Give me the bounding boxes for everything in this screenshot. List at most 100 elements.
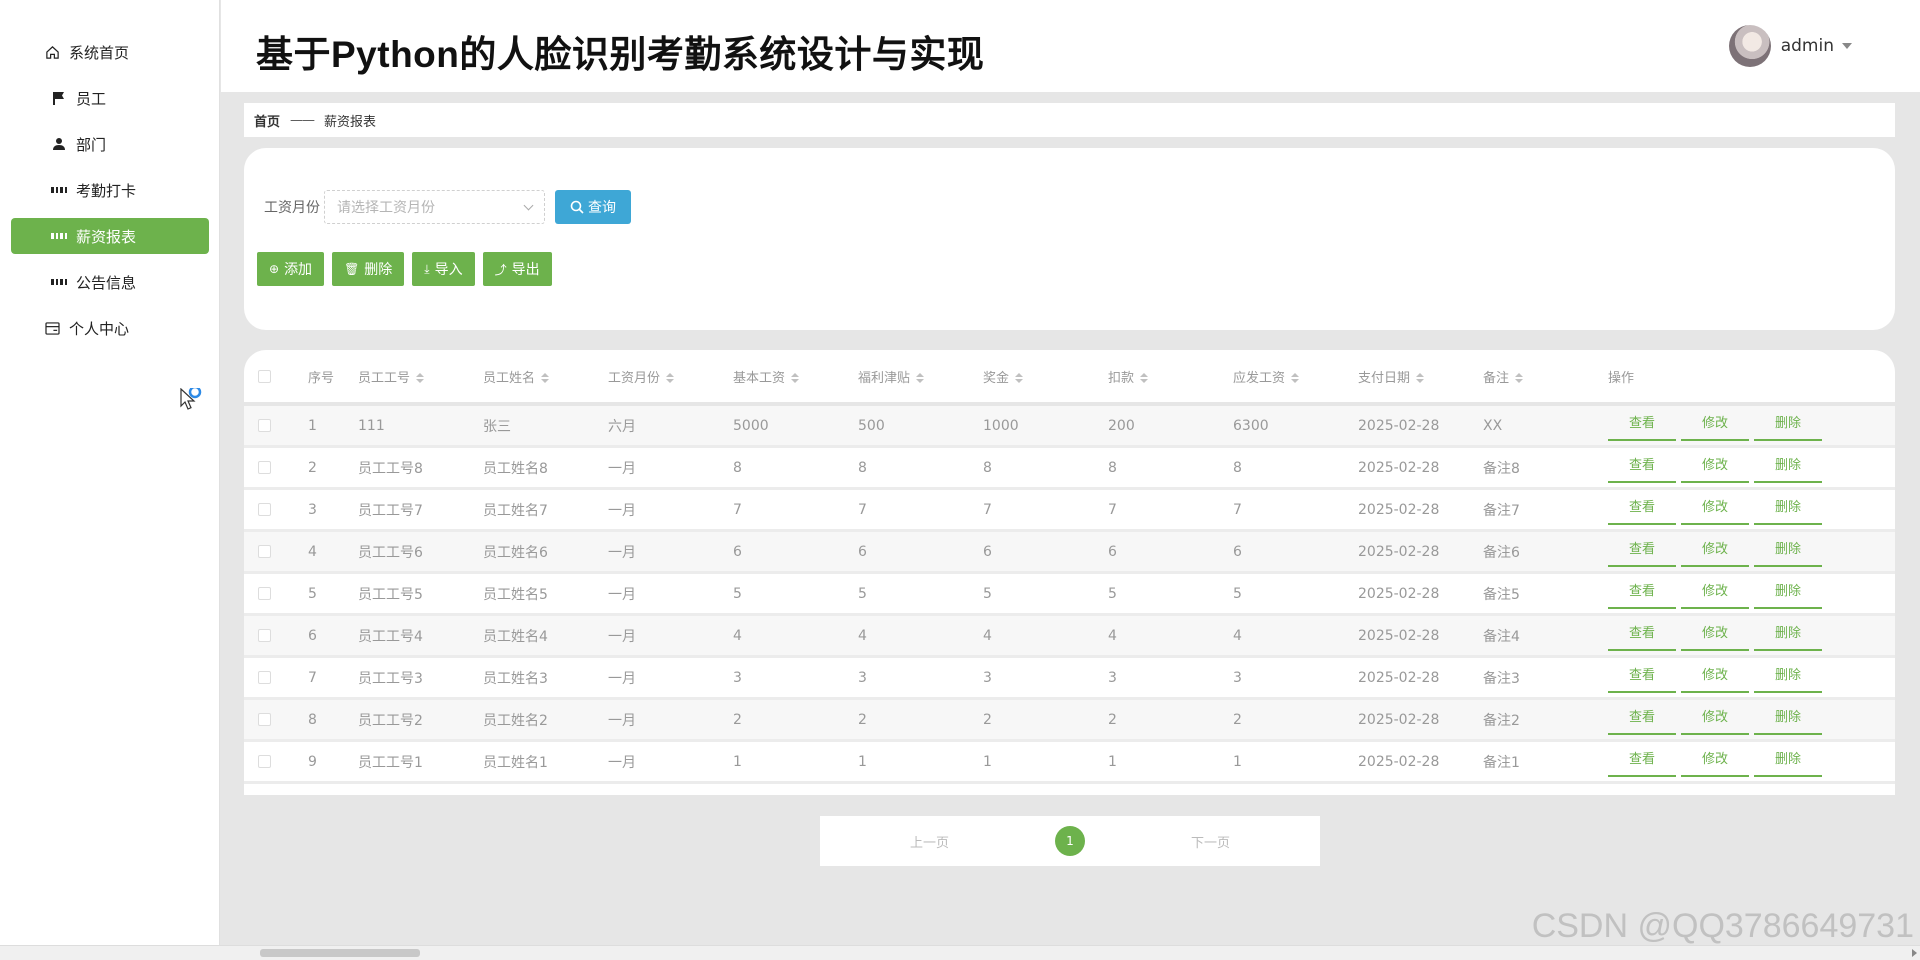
select-all-checkbox[interactable] <box>258 369 271 383</box>
row-checkbox[interactable] <box>258 713 271 726</box>
row-delete-button[interactable]: 删除 <box>1754 537 1822 567</box>
header-deduction[interactable]: 扣款 <box>1108 367 1233 386</box>
edit-button[interactable]: 修改 <box>1681 537 1749 567</box>
edit-button[interactable]: 修改 <box>1681 705 1749 735</box>
table-header: 序号 员工工号 员工姓名 工资月份 基本工资 福利津贴 奖金 扣款 应发工资 支… <box>244 350 1895 406</box>
row-delete-button[interactable]: 删除 <box>1754 663 1822 693</box>
cell-base: 2 <box>733 711 742 728</box>
edit-button[interactable]: 修改 <box>1681 453 1749 483</box>
cell-welfare: 5 <box>858 585 867 602</box>
sort-icon <box>916 373 925 383</box>
user-menu[interactable]: admin <box>1728 25 1852 67</box>
sidebar-item-profile[interactable]: 个人中心 <box>11 310 209 346</box>
page-number-current[interactable]: 1 <box>1055 826 1085 856</box>
cell-deduction: 2 <box>1108 711 1117 728</box>
sidebar-item-attendance[interactable]: 考勤打卡 <box>11 172 209 208</box>
import-button[interactable]: ⤓ 导入 <box>412 252 475 286</box>
header-label: 扣款 <box>1108 370 1135 386</box>
row-checkbox[interactable] <box>258 671 271 684</box>
sidebar-item-salary[interactable]: 薪资报表 <box>11 218 209 254</box>
view-button[interactable]: 查看 <box>1608 495 1676 525</box>
header-emp-name[interactable]: 员工姓名 <box>483 367 608 386</box>
view-button[interactable]: 查看 <box>1608 747 1676 777</box>
row-checkbox[interactable] <box>258 587 271 600</box>
row-delete-button[interactable]: 删除 <box>1754 411 1822 441</box>
view-button[interactable]: 查看 <box>1608 579 1676 609</box>
view-button[interactable]: 查看 <box>1608 411 1676 441</box>
row-delete-button[interactable]: 删除 <box>1754 747 1822 777</box>
header-label: 员工姓名 <box>483 370 536 386</box>
sidebar-item-notice[interactable]: 公告信息 <box>11 264 209 300</box>
view-button[interactable]: 查看 <box>1608 453 1676 483</box>
header-pay-date[interactable]: 支付日期 <box>1358 367 1483 386</box>
query-label: 查询 <box>588 200 616 216</box>
sort-icon <box>1015 373 1024 383</box>
row-checkbox[interactable] <box>258 545 271 558</box>
cell-bonus: 6 <box>983 543 992 560</box>
cell-bonus: 4 <box>983 627 992 644</box>
view-button[interactable]: 查看 <box>1608 663 1676 693</box>
edit-button[interactable]: 修改 <box>1681 663 1749 693</box>
cell-no: 7 <box>308 669 317 686</box>
cell-welfare: 7 <box>858 501 867 518</box>
row-checkbox[interactable] <box>258 629 271 642</box>
edit-button[interactable]: 修改 <box>1681 621 1749 651</box>
row-delete-button[interactable]: 删除 <box>1754 621 1822 651</box>
export-button[interactable]: ⤴ 导出 <box>482 252 552 286</box>
prev-page-button[interactable]: 上一页 <box>910 832 949 851</box>
row-checkbox[interactable] <box>258 503 271 516</box>
select-all-cell <box>244 369 308 383</box>
cell-bonus: 5 <box>983 585 992 602</box>
row-delete-button[interactable]: 删除 <box>1754 705 1822 735</box>
table-row: 6 员工工号4 员工姓名4 一月 4 4 4 4 4 2025-02-28 备注… <box>244 616 1895 658</box>
cell-emp-name: 员工姓名4 <box>483 628 548 645</box>
row-checkbox[interactable] <box>258 461 271 474</box>
view-button[interactable]: 查看 <box>1608 621 1676 651</box>
header: 基于Python的人脸识别考勤系统设计与实现 admin <box>221 0 1920 92</box>
next-page-button[interactable]: 下一页 <box>1191 832 1230 851</box>
view-button[interactable]: 查看 <box>1608 705 1676 735</box>
header-emp-id[interactable]: 员工工号 <box>358 367 483 386</box>
header-remark[interactable]: 备注 <box>1483 367 1608 386</box>
row-delete-button[interactable]: 删除 <box>1754 453 1822 483</box>
card-icon <box>44 320 60 336</box>
row-checkbox[interactable] <box>258 419 271 432</box>
salary-month-select[interactable]: 请选择工资月份 <box>324 190 545 224</box>
scroll-right-icon[interactable] <box>1912 949 1917 957</box>
breadcrumb-home[interactable]: 首页 <box>254 111 280 130</box>
header-welfare[interactable]: 福利津贴 <box>858 367 983 386</box>
header-payable[interactable]: 应发工资 <box>1233 367 1358 386</box>
edit-button[interactable]: 修改 <box>1681 747 1749 777</box>
cell-no: 8 <box>308 711 317 728</box>
header-base[interactable]: 基本工资 <box>733 367 858 386</box>
edit-button[interactable]: 修改 <box>1681 411 1749 441</box>
sidebar-item-label: 系统首页 <box>69 43 130 62</box>
grid-icon <box>51 274 67 290</box>
edit-button[interactable]: 修改 <box>1681 495 1749 525</box>
add-button[interactable]: ⊕ 添加 <box>257 252 325 286</box>
sidebar-item-department[interactable]: 部门 <box>11 126 209 162</box>
query-button[interactable]: 查询 <box>555 190 631 224</box>
header-bonus[interactable]: 奖金 <box>983 367 1108 386</box>
sidebar-item-employee[interactable]: 员工 <box>11 80 209 116</box>
cell-payable: 2 <box>1233 711 1242 728</box>
row-delete-button[interactable]: 删除 <box>1754 579 1822 609</box>
export-icon: ⤴ <box>494 262 507 277</box>
cell-emp-name: 员工姓名8 <box>483 460 548 477</box>
row-delete-button[interactable]: 删除 <box>1754 495 1822 525</box>
cell-deduction: 3 <box>1108 669 1117 686</box>
scrollbar-thumb[interactable] <box>260 949 420 957</box>
cell-deduction: 6 <box>1108 543 1117 560</box>
avatar <box>1728 25 1771 67</box>
header-month[interactable]: 工资月份 <box>608 367 733 386</box>
cell-emp-name: 员工姓名1 <box>483 754 548 771</box>
edit-button[interactable]: 修改 <box>1681 579 1749 609</box>
cell-emp-id: 111 <box>358 417 385 434</box>
view-button[interactable]: 查看 <box>1608 537 1676 567</box>
sidebar-item-home[interactable]: 系统首页 <box>11 34 209 70</box>
delete-button[interactable]: 🗑 删除 <box>332 252 405 286</box>
cell-deduction: 200 <box>1108 417 1135 434</box>
horizontal-scrollbar[interactable] <box>0 945 1920 960</box>
row-checkbox[interactable] <box>258 755 271 768</box>
cell-pay-date: 2025-02-28 <box>1358 417 1440 434</box>
